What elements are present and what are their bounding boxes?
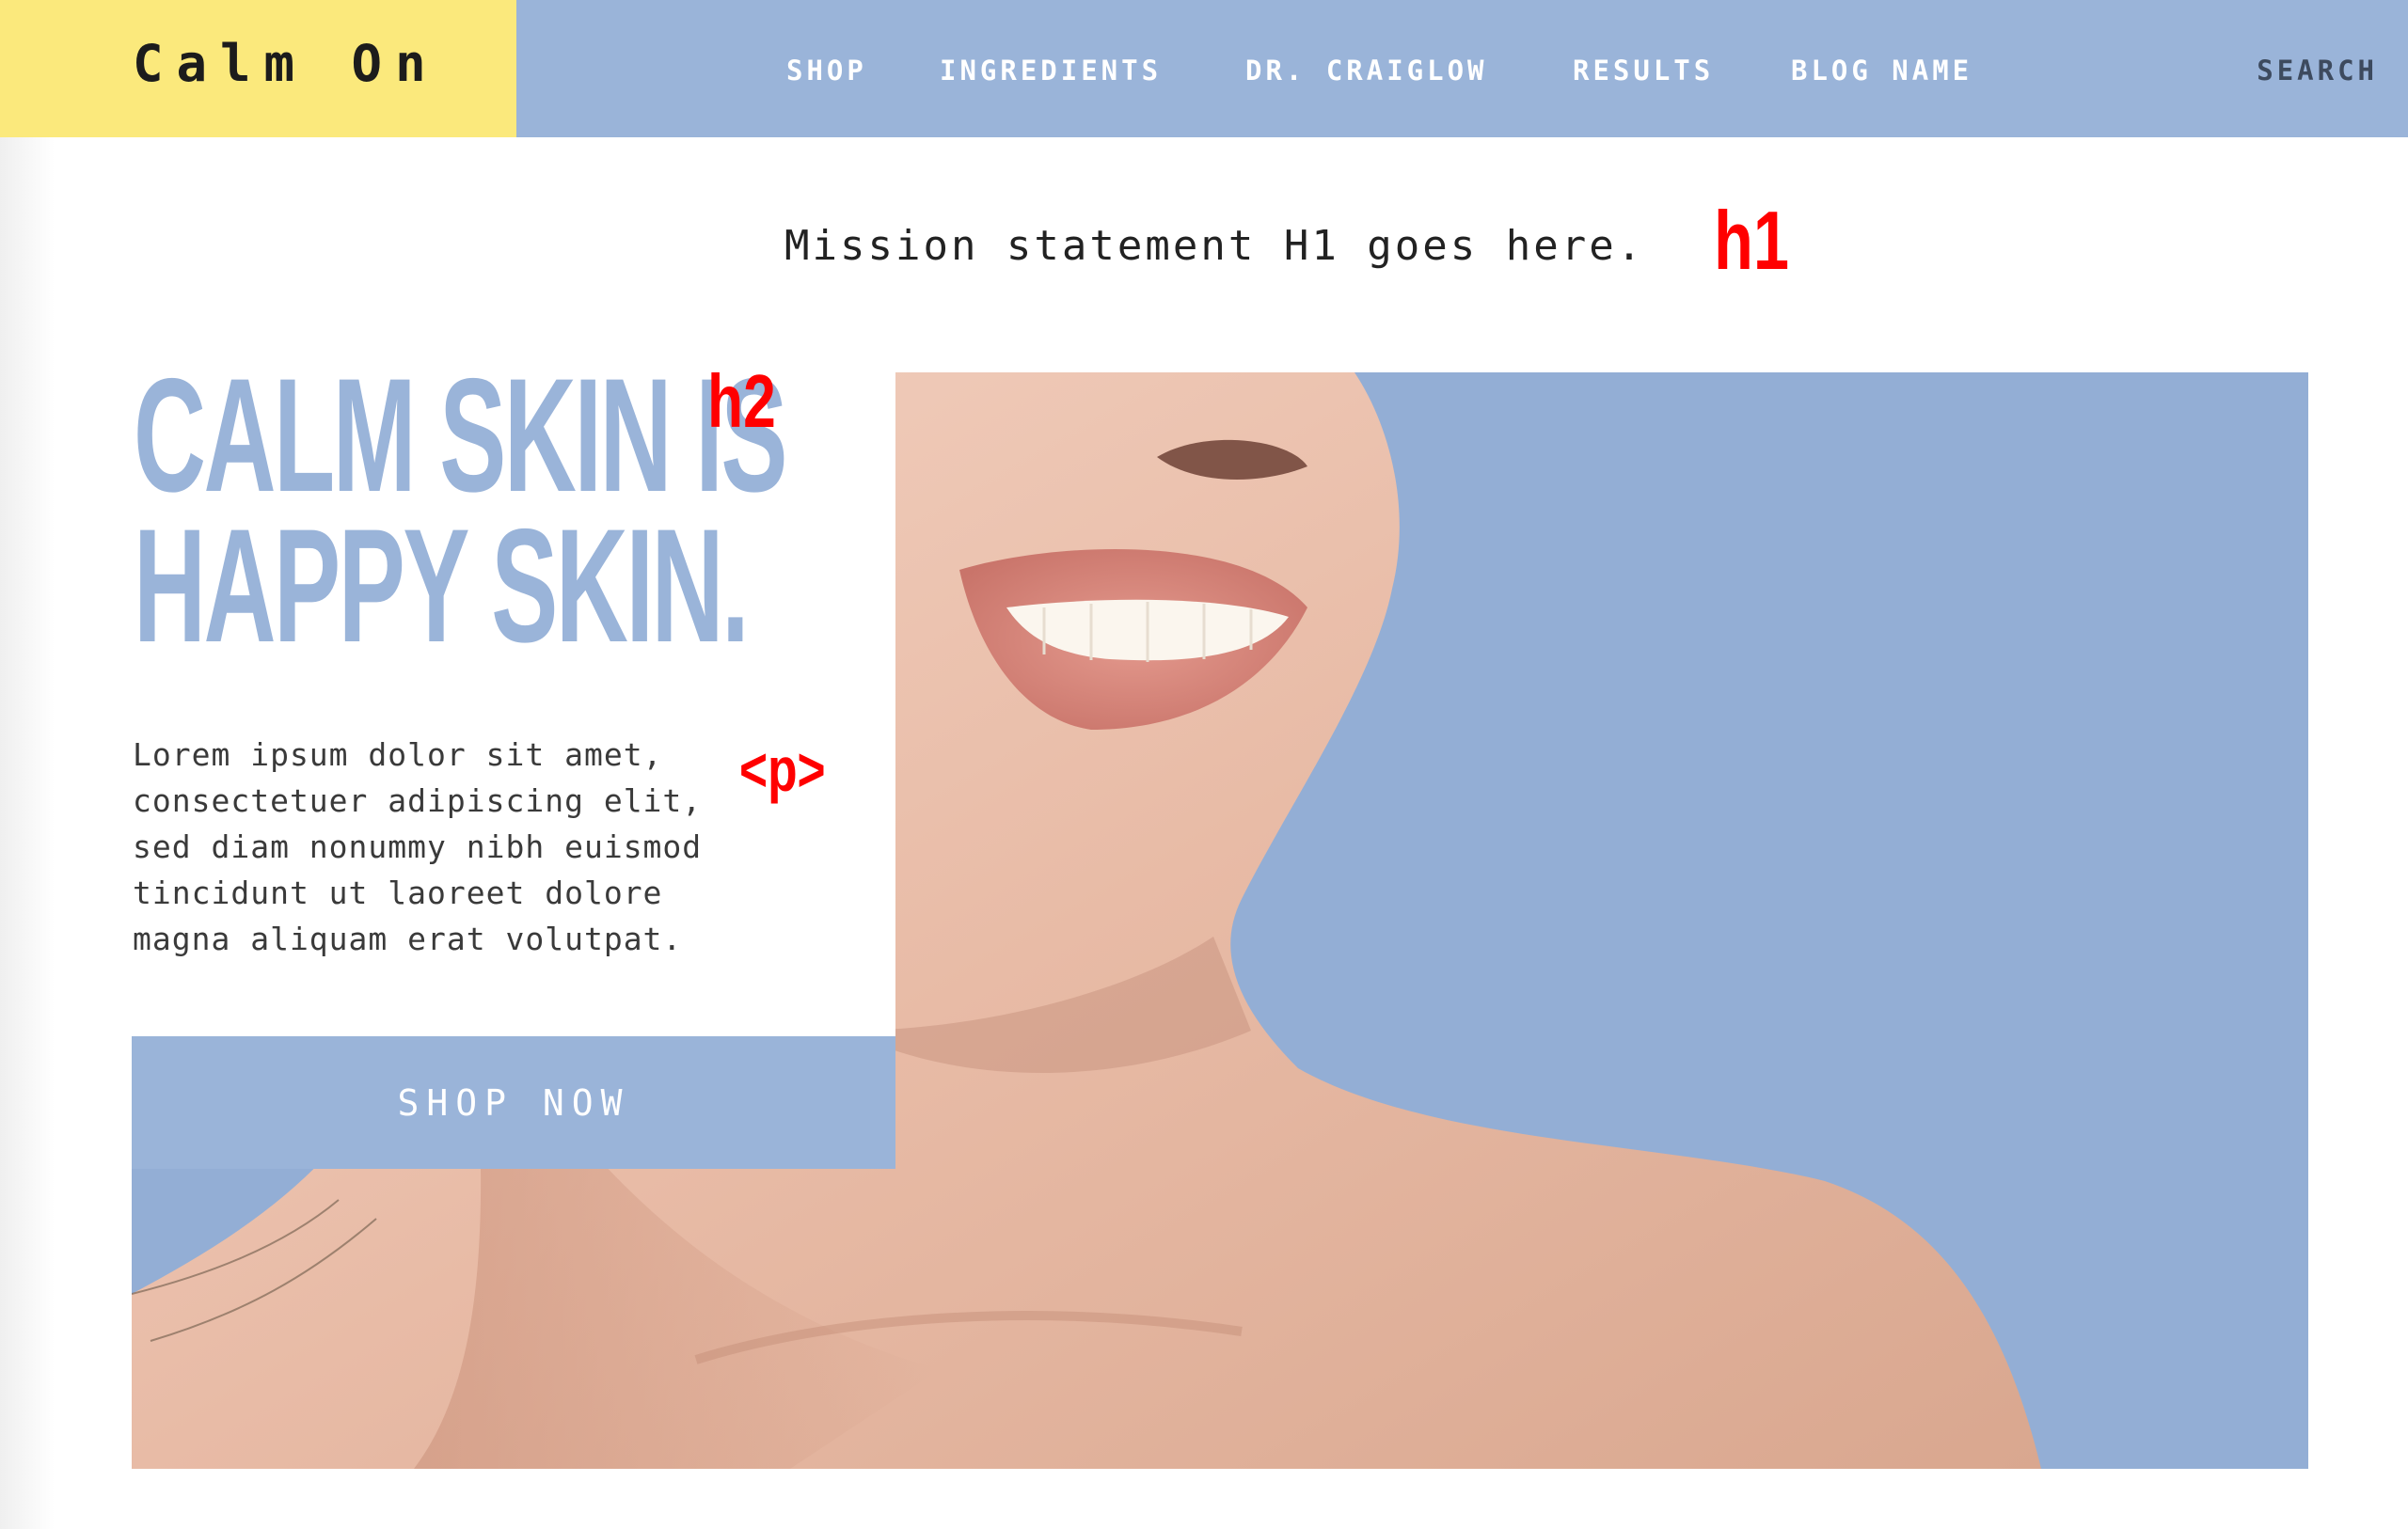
site-header: Calm On SHOP INGREDIENTS DR. CRAIGLOW RE… [0,0,2408,137]
paragraph-line-4: tincidunt ut laoreet dolore [133,875,663,911]
hero-paragraph: Lorem ipsum dolor sit amet, consectetuer… [133,732,791,962]
hero-headline-line-2: HAPPY SKIN. [134,496,750,676]
hero-headline: CALM SKIN IS HAPPY SKIN. [134,345,788,676]
logo-block[interactable]: Calm On [0,0,516,137]
paragraph-line-1: Lorem ipsum dolor sit amet, [133,736,663,773]
mission-heading: Mission statement H1 goes here. [784,222,1645,270]
paragraph-line-5: magna aliquam erat volutpat. [133,921,683,957]
h2-annotation: h2 [707,359,776,443]
search-link[interactable]: SEARCH [2257,55,2378,87]
nav-item-ingredients[interactable]: INGREDIENTS [940,55,1162,87]
paragraph-line-3: sed diam nonummy nibh euismod [133,828,703,865]
paragraph-line-2: consectetuer adipiscing elit, [133,782,703,819]
shop-now-button[interactable]: SHOP NOW [132,1036,895,1169]
logo-text[interactable]: Calm On [133,34,439,93]
nav-item-blog-name[interactable]: BLOG NAME [1791,55,1972,87]
nav-item-shop[interactable]: SHOP [786,55,867,87]
hero-headline-line-1: CALM SKIN IS [134,345,788,526]
nav-item-results[interactable]: RESULTS [1573,55,1714,87]
left-gutter [0,137,55,1529]
h1-annotation: h1 [1714,194,1790,287]
nav-item-dr-craiglow[interactable]: DR. CRAIGLOW [1245,55,1488,87]
p-annotation: <p> [739,734,826,804]
